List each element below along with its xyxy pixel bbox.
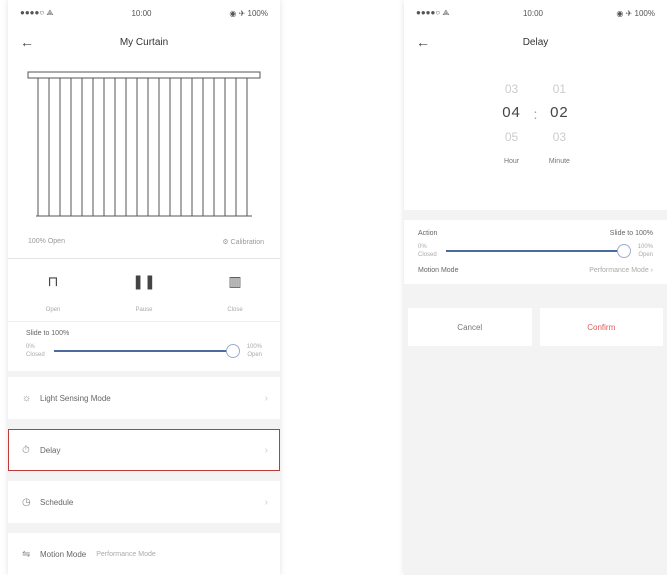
open-button[interactable]: ⊓ Open <box>28 273 78 313</box>
chevron-right-icon: › <box>264 392 268 404</box>
signal-indicator: ●●●●○ ⟁ <box>416 8 450 17</box>
status-bar: ●●●●○ ⟁ 10:00 ◉ ✈ 100% <box>404 0 667 26</box>
settings-menu: ☼ Light Sensing Mode › ⏱ Delay › ◷ Sched… <box>8 377 280 575</box>
calibration-link[interactable]: ⚙ Calibration <box>222 238 264 246</box>
menu-item-motion-mode[interactable]: ⇋ Motion Mode Performance Mode <box>8 533 280 575</box>
hour-wheel[interactable]: 03 04 05 Hour <box>490 58 534 210</box>
back-arrow-icon[interactable]: ← <box>416 34 430 50</box>
cancel-button[interactable]: Cancel <box>408 308 532 346</box>
minute-wheel[interactable]: 01 02 03 Minute <box>537 58 581 210</box>
open-label: Open <box>45 307 61 313</box>
delay-screen: ●●●●○ ⟁ 10:00 ◉ ✈ 100% ← Delay 03 04 05 … <box>404 0 667 575</box>
close-button[interactable]: ▥ Close <box>210 273 260 313</box>
timer-icon: ⏱ <box>22 444 30 456</box>
minute-next: 03 <box>552 130 567 144</box>
motion-mode-label: Motion Mode <box>418 267 459 274</box>
hour-unit: Hour <box>503 158 520 165</box>
hour-prev: 03 <box>504 82 519 96</box>
light-icon: ☼ <box>22 392 32 404</box>
menu-item-schedule[interactable]: ◷ Schedule › <box>8 481 280 523</box>
clock-icon: ◷ <box>22 496 31 508</box>
menu-item-value: Performance Mode <box>96 550 156 558</box>
motion-mode-value: Performance Mode › <box>589 267 653 274</box>
slider-min-label: 0% Closed <box>26 344 45 358</box>
menu-item-label: Delay <box>40 445 61 455</box>
slider-max-label: 100% Open <box>637 244 653 258</box>
control-bar: ⊓ Open ❚❚ Pause ▥ Close <box>8 259 280 322</box>
slider-min-label: 0% Closed <box>418 244 437 258</box>
time-picker[interactable]: 03 04 05 Hour : 01 02 03 Minute <box>404 58 667 210</box>
motion-icon: ⇋ <box>22 548 31 560</box>
nav-bar: ← My Curtain <box>8 26 280 58</box>
slider-max-label: 100% Open <box>246 344 262 358</box>
pause-button[interactable]: ❚❚ Pause <box>119 273 169 313</box>
page-title: My Curtain <box>119 36 169 48</box>
back-arrow-icon[interactable]: ← <box>20 34 34 50</box>
clock: 10:00 <box>131 8 152 18</box>
menu-item-light-sensing[interactable]: ☼ Light Sensing Mode › <box>8 377 280 419</box>
confirm-button[interactable]: Confirm <box>539 308 663 346</box>
minute-prev: 01 <box>552 82 567 96</box>
hour-value: 04 <box>502 104 521 121</box>
action-label: Action <box>418 230 438 237</box>
minute-value: 02 <box>550 104 569 121</box>
clock: 10:00 <box>522 8 543 18</box>
position-slider-card: Slide to 100% 0% Closed 100% Open <box>8 322 280 371</box>
status-bar: ●●●●○ ⟁ 10:00 ◉ ✈ 100% <box>8 0 280 26</box>
slider-thumb[interactable] <box>226 344 240 358</box>
pause-icon: ❚❚ <box>132 273 156 289</box>
action-value: Slide to 100% <box>609 230 653 237</box>
chevron-right-icon: › <box>264 444 268 456</box>
curtain-illustration <box>27 71 261 217</box>
close-label: Close <box>227 307 243 313</box>
menu-item-delay[interactable]: ⏱ Delay › <box>8 429 280 471</box>
slider-thumb[interactable] <box>617 244 631 258</box>
open-icon: ⊓ <box>47 273 59 289</box>
menu-item-label: Schedule <box>40 497 74 507</box>
delay-settings: Action Slide to 100% 0% Closed 100% Open… <box>404 220 667 284</box>
action-slider[interactable] <box>446 244 631 258</box>
curtain-position-text: 100% Open <box>28 238 65 245</box>
curtain-rod <box>27 71 261 79</box>
slider-heading: Slide to 100% <box>26 330 70 337</box>
battery-indicator: ◉ ✈ 100% <box>616 8 655 18</box>
battery-indicator: ◉ ✈ 100% <box>229 8 268 18</box>
signal-indicator: ●●●●○ ⟁ <box>20 8 54 17</box>
menu-item-label: Motion Mode <box>40 549 87 559</box>
chevron-right-icon: › <box>264 496 268 508</box>
minute-unit: Minute <box>548 158 570 165</box>
hour-next: 05 <box>504 130 519 144</box>
pause-label: Pause <box>135 307 153 313</box>
curtain-preview: 100% Open ⚙ Calibration <box>8 58 280 259</box>
page-title: Delay <box>522 36 549 48</box>
curtain-screen: ●●●●○ ⟁ 10:00 ◉ ✈ 100% ← My Curtain 100%… <box>8 0 280 575</box>
nav-bar: ← Delay <box>404 26 667 58</box>
close-icon: ▥ <box>228 273 242 289</box>
motion-mode-row[interactable]: Motion Mode Performance Mode › <box>418 267 653 274</box>
position-slider[interactable] <box>54 344 240 358</box>
menu-item-label: Light Sensing Mode <box>40 393 111 403</box>
